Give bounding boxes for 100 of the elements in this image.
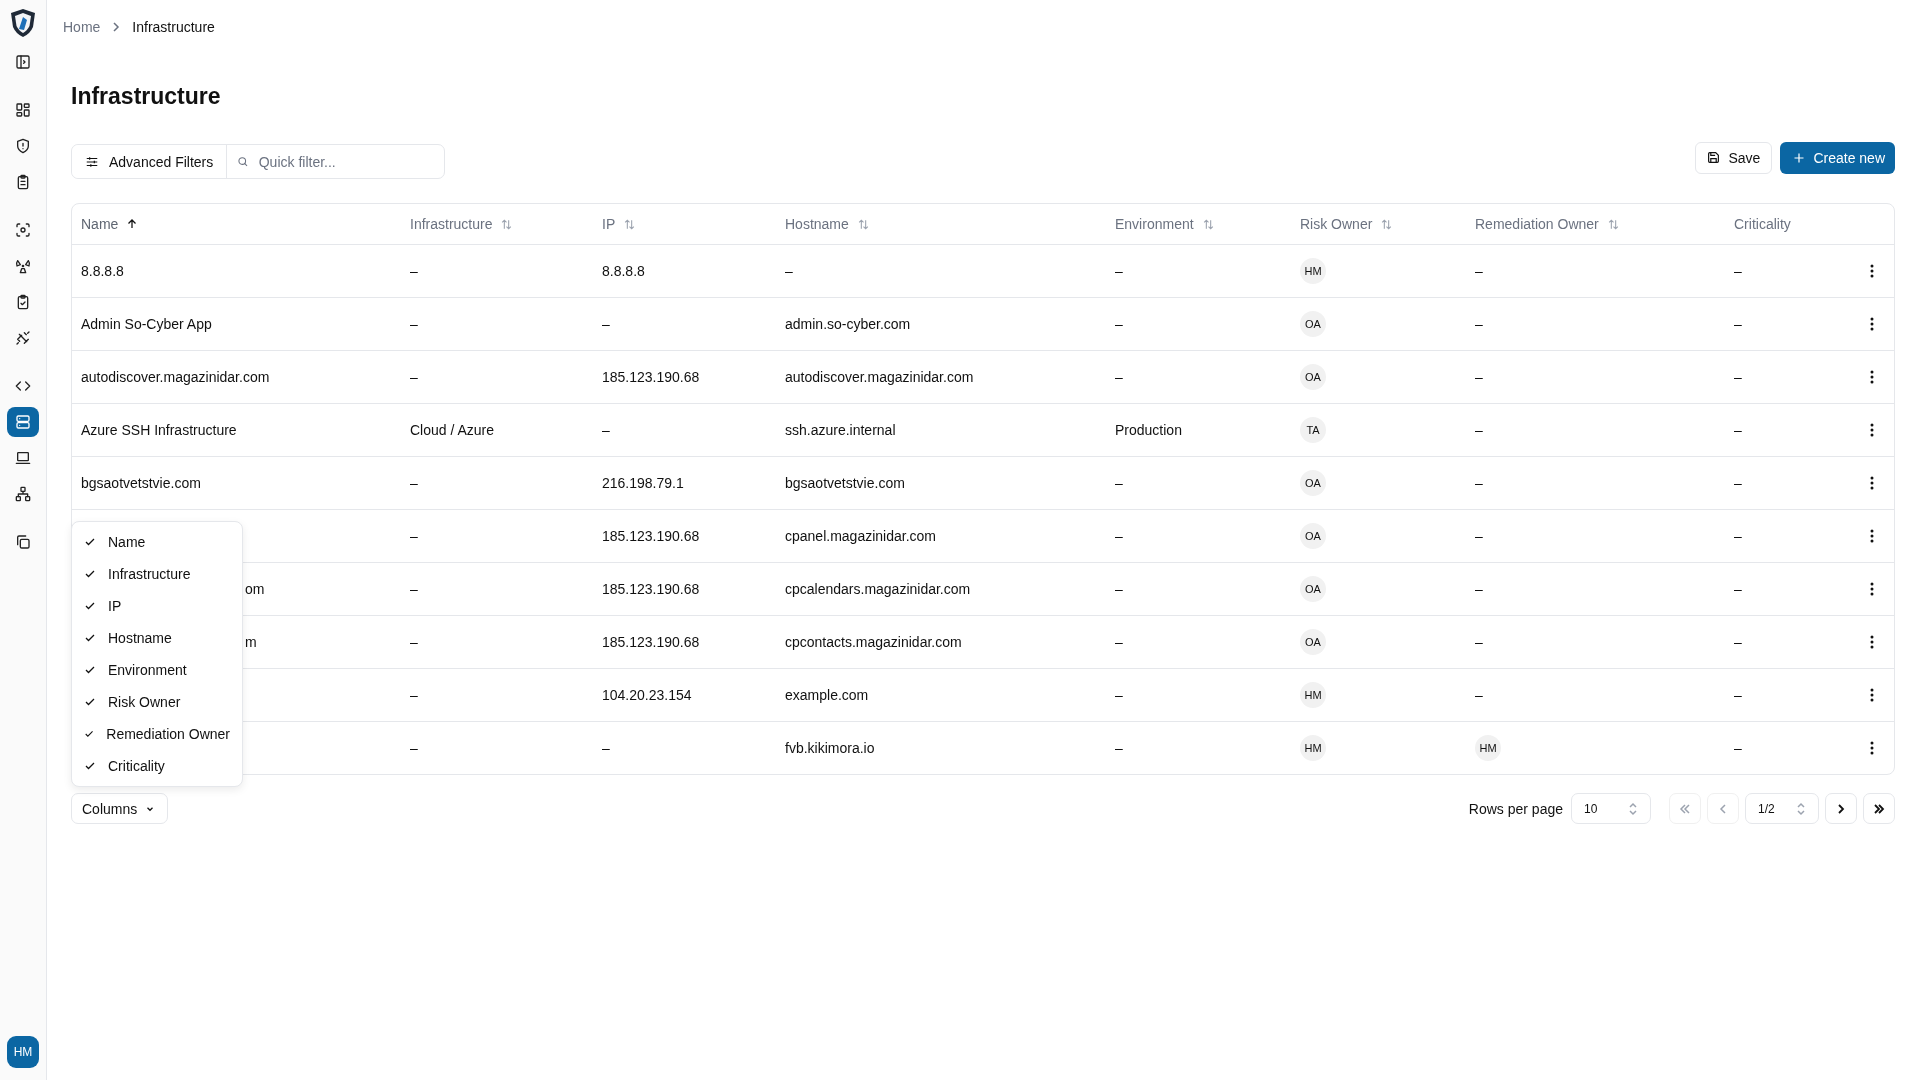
next-page-button[interactable] xyxy=(1825,793,1857,824)
more-options-icon[interactable] xyxy=(1869,529,1874,543)
user-avatar[interactable]: HM xyxy=(7,1036,39,1068)
table-cell: Admin So-Cyber App xyxy=(81,316,212,332)
sliders-icon xyxy=(85,154,99,169)
table-cell: cpcalendars.magazinidar.com xyxy=(785,581,971,597)
column-header[interactable]: Remediation Owner xyxy=(1475,216,1599,232)
table-cell: – xyxy=(1475,687,1483,703)
columns-button[interactable]: Columns xyxy=(71,793,169,824)
breadcrumb-item: Infrastructure xyxy=(132,19,215,35)
more-options-icon[interactable] xyxy=(1869,635,1874,649)
shield-logo-icon[interactable] xyxy=(10,8,36,38)
table-cell: – xyxy=(1475,634,1483,650)
table-cell: – xyxy=(1734,263,1742,279)
table-cell: – xyxy=(1115,687,1123,703)
more-options-icon[interactable] xyxy=(1869,688,1874,702)
more-options-icon[interactable] xyxy=(1869,370,1874,384)
owner-avatar: HM xyxy=(1475,735,1501,761)
owner-avatar: OA xyxy=(1300,364,1326,390)
chevron-left-icon xyxy=(1719,803,1727,814)
table-cell: Azure SSH Infrastructure xyxy=(81,422,237,438)
table-cell: – xyxy=(1734,581,1742,597)
table-cell: fvb.kikimora.io xyxy=(785,740,875,756)
save-button[interactable]: Save xyxy=(1695,141,1773,174)
table-cell: autodiscover.magazinidar.com xyxy=(81,369,270,385)
owner-avatar: OA xyxy=(1300,629,1326,655)
column-header[interactable]: Hostname xyxy=(785,216,849,232)
double-chevron-left-icon xyxy=(1679,803,1691,814)
advanced-filters-button[interactable]: Advanced Filters xyxy=(72,145,228,178)
table-cell: – xyxy=(410,369,418,385)
table-cell: – xyxy=(1475,475,1483,491)
table-cell: – xyxy=(1734,422,1742,438)
breadcrumb-item[interactable]: Home xyxy=(63,19,101,35)
more-options-icon[interactable] xyxy=(1869,423,1874,437)
more-options-icon[interactable] xyxy=(1869,264,1874,278)
copy-icon xyxy=(15,534,31,550)
column-toggle-item[interactable]: Name xyxy=(72,526,242,558)
column-toggle-item[interactable]: Infrastructure xyxy=(72,558,242,590)
create-new-button[interactable]: Create new xyxy=(1780,141,1895,174)
more-options-icon[interactable] xyxy=(1869,317,1874,331)
column-header[interactable]: Infrastructure xyxy=(410,216,493,232)
rows-per-page-select[interactable]: 10 xyxy=(1571,793,1651,824)
table-cell: – xyxy=(1734,528,1742,544)
chevron-right-icon xyxy=(112,22,121,32)
table-cell: – xyxy=(602,740,610,756)
double-chevron-right-icon xyxy=(1873,803,1885,814)
floppy-disk-icon xyxy=(1707,151,1721,164)
page-title: Infrastructure xyxy=(71,85,222,108)
table-cell: 185.123.190.68 xyxy=(602,369,700,385)
column-header[interactable]: Environment xyxy=(1115,216,1194,232)
table-cell: 8.8.8.8 xyxy=(602,263,645,279)
table-cell: ssh.azure.internal xyxy=(785,422,896,438)
column-header[interactable]: Risk Owner xyxy=(1300,216,1373,232)
table-cell: – xyxy=(785,263,793,279)
column-toggle-item[interactable]: Remediation Owner xyxy=(72,718,242,750)
table-cell: – xyxy=(410,581,418,597)
network-icon xyxy=(15,486,31,502)
owner-avatar: OA xyxy=(1300,576,1326,602)
chevron-right-icon xyxy=(1837,803,1845,814)
table-cell: – xyxy=(1734,634,1742,650)
quick-filter-field[interactable]: Quick filter... xyxy=(256,152,434,171)
table-cell: 104.20.23.154 xyxy=(602,687,692,703)
table-cell: – xyxy=(1115,316,1123,332)
table-cell: – xyxy=(1475,528,1483,544)
owner-avatar: TA xyxy=(1300,417,1326,443)
laptop-icon xyxy=(15,450,31,466)
column-toggle-item[interactable]: Hostname xyxy=(72,622,242,654)
table-cell: – xyxy=(410,528,418,544)
column-toggle-item[interactable]: IP xyxy=(72,590,242,622)
page-select[interactable]: 1/2 xyxy=(1745,793,1819,824)
column-header[interactable]: IP xyxy=(602,216,616,232)
table-cell: – xyxy=(410,475,418,491)
more-options-icon[interactable] xyxy=(1869,741,1874,755)
column-header[interactable]: Criticality xyxy=(1734,216,1791,232)
owner-avatar: OA xyxy=(1300,311,1326,337)
last-page-button[interactable] xyxy=(1863,793,1895,824)
column-toggle-item[interactable]: Risk Owner xyxy=(72,686,242,718)
sidebar-toggle-icon xyxy=(15,54,31,70)
table-cell: – xyxy=(1734,687,1742,703)
table-cell: – xyxy=(410,316,418,332)
more-options-icon[interactable] xyxy=(1869,476,1874,490)
owner-avatar: HM xyxy=(1300,682,1326,708)
column-toggle-item[interactable]: Criticality xyxy=(72,750,242,782)
owner-avatar: HM xyxy=(1300,735,1326,761)
table-cell: – xyxy=(1734,740,1742,756)
server-icon xyxy=(15,414,31,430)
table-cell: – xyxy=(1734,316,1742,332)
table-cell: – xyxy=(1115,740,1123,756)
table-cell: om xyxy=(245,581,265,597)
table-cell: Production xyxy=(1115,422,1182,438)
table-cell: m xyxy=(245,634,257,650)
column-header[interactable]: Name xyxy=(81,216,119,232)
owner-avatar: OA xyxy=(1300,470,1326,496)
column-toggle-item[interactable]: Environment xyxy=(72,654,242,686)
table-cell: 185.123.190.68 xyxy=(602,634,700,650)
table-cell: – xyxy=(602,316,610,332)
table-cell: – xyxy=(1475,316,1483,332)
more-options-icon[interactable] xyxy=(1869,582,1874,596)
table-cell: bgsaotvetstvie.com xyxy=(81,475,201,491)
table-cell: 185.123.190.68 xyxy=(602,581,700,597)
